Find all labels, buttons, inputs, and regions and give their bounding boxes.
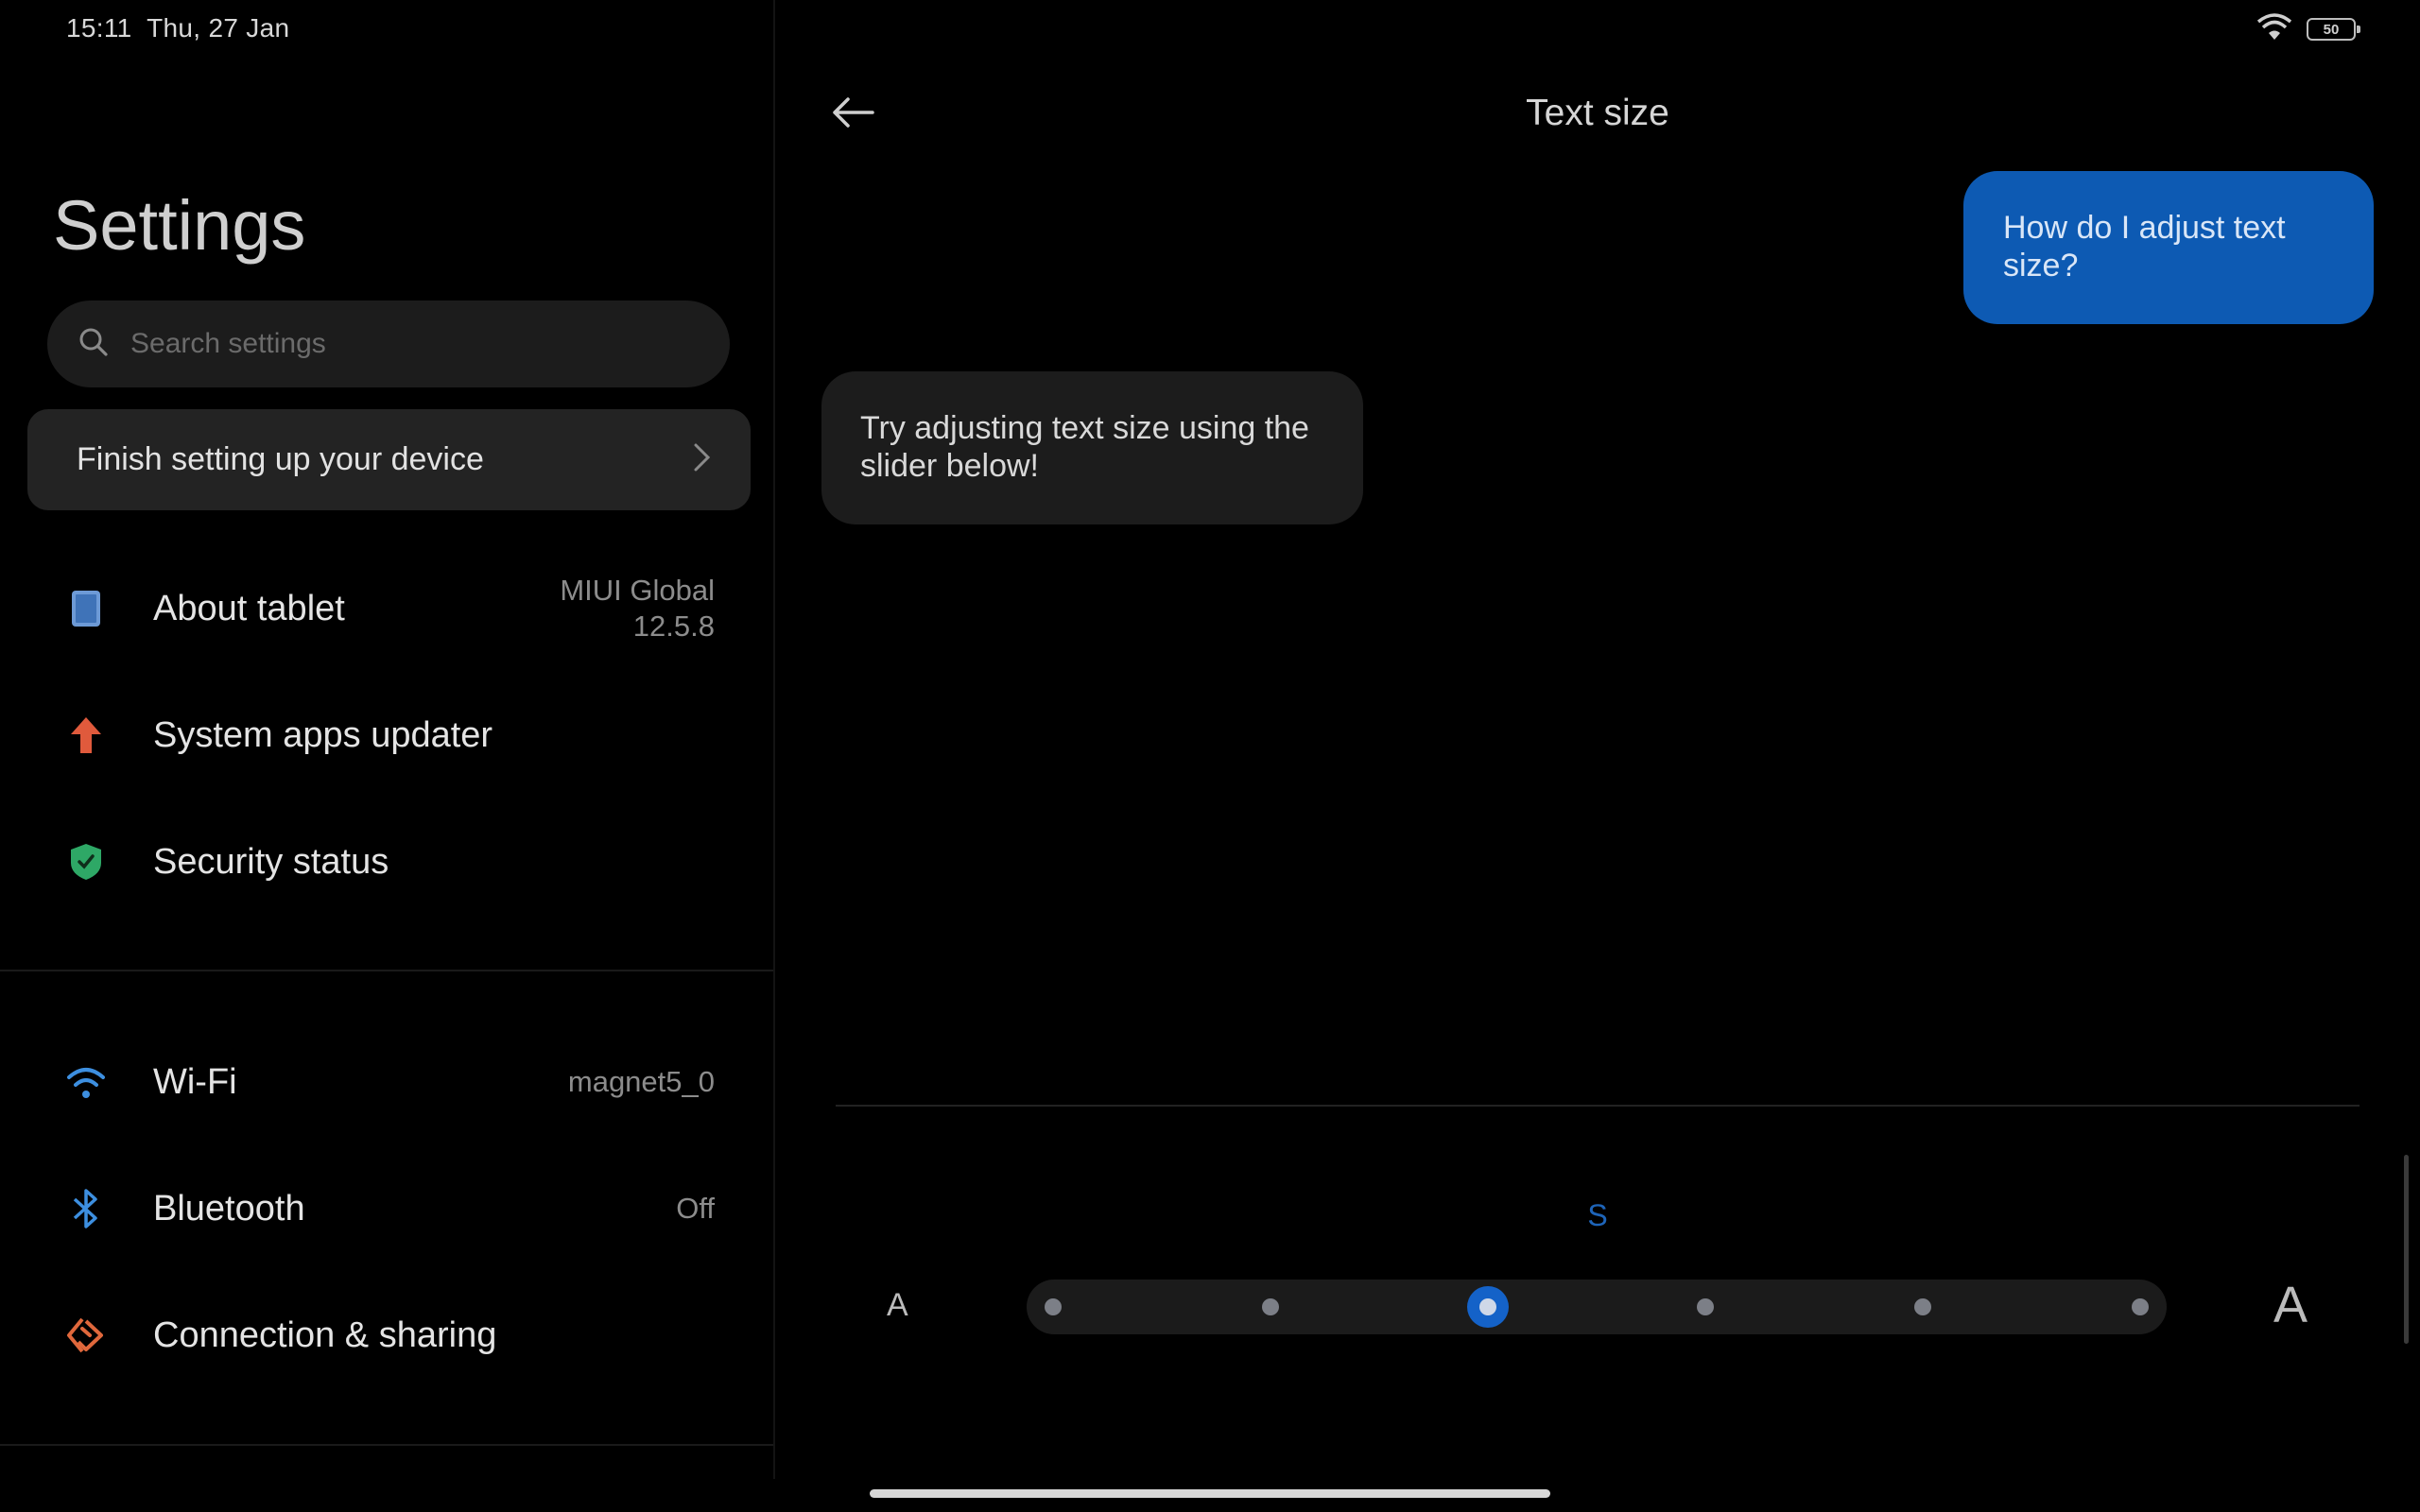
settings-item-label: Security status (153, 841, 389, 882)
settings-item-value: MIUI Global 12.5.8 (560, 573, 715, 644)
page-title: Text size (1526, 93, 1669, 133)
chevron-right-icon (692, 441, 713, 478)
home-indicator[interactable] (870, 1489, 1550, 1498)
pane-divider (773, 0, 775, 1479)
search-icon (78, 326, 110, 363)
settings-item-label: Wi-Fi (153, 1061, 237, 1102)
back-button[interactable] (824, 91, 881, 138)
scroll-indicator[interactable] (2404, 1155, 2409, 1344)
slider-step-dot[interactable] (1914, 1298, 1931, 1315)
slider-step-dot[interactable] (1697, 1298, 1714, 1315)
preview-divider (836, 1105, 2360, 1107)
section-divider (0, 970, 773, 971)
settings-item-bluetooth[interactable]: Bluetooth Off (0, 1152, 773, 1265)
connection-sharing-icon (62, 1312, 110, 1359)
settings-item-label: About tablet (153, 588, 345, 628)
bluetooth-icon (62, 1185, 110, 1232)
tablet-icon (62, 585, 110, 632)
small-text-label: A (887, 1287, 908, 1323)
miui-version-line1: MIUI Global (560, 574, 715, 607)
finish-setup-card[interactable]: Finish setting up your device (27, 409, 751, 510)
search-bar[interactable] (47, 301, 730, 387)
wifi-icon (62, 1058, 110, 1106)
arrow-up-icon (62, 712, 110, 759)
settings-item-wifi[interactable]: Wi-Fi magnet5_0 (0, 1025, 773, 1139)
settings-item-label: Connection & sharing (153, 1314, 497, 1355)
miui-version-line2: 12.5.8 (632, 610, 715, 643)
text-size-slider[interactable] (1027, 1280, 2167, 1334)
battery-icon: 50 (2307, 18, 2360, 41)
section-divider (0, 1444, 773, 1446)
large-text-label: A (2273, 1277, 2308, 1333)
settings-item-value: magnet5_0 (567, 1065, 715, 1098)
settings-item-value: Off (676, 1192, 715, 1225)
settings-item-system-apps-updater[interactable]: System apps updater (0, 679, 773, 792)
slider-thumb[interactable] (1467, 1286, 1509, 1328)
shield-icon (62, 838, 110, 885)
search-input[interactable] (130, 328, 660, 360)
settings-item-label: System apps updater (153, 714, 493, 755)
slider-step-dot[interactable] (1045, 1298, 1062, 1315)
settings-item-about-tablet[interactable]: About tablet MIUI Global 12.5.8 (0, 552, 773, 665)
slider-step-dot[interactable] (2132, 1298, 2149, 1315)
date-text: Thu, 27 Jan (147, 13, 290, 43)
status-bar-icons: 50 (2256, 12, 2360, 46)
clock-text: 15:11 (66, 13, 132, 43)
wifi-icon (2256, 12, 2293, 46)
status-bar-time: 15:11 Thu, 27 Jan (66, 13, 289, 43)
settings-item-label: Bluetooth (153, 1188, 305, 1228)
finish-setup-label: Finish setting up your device (77, 441, 484, 477)
user-message-bubble: How do I adjust text size? (1963, 171, 2374, 324)
arrow-left-icon (829, 95, 876, 134)
bot-message-bubble: Try adjusting text size using the slider… (821, 371, 1363, 524)
settings-item-connection-sharing[interactable]: Connection & sharing (0, 1279, 773, 1392)
text-size-indicator: S (1587, 1198, 1608, 1232)
slider-step-dot[interactable] (1262, 1298, 1279, 1315)
settings-item-security-status[interactable]: Security status (0, 805, 773, 919)
settings-title: Settings (53, 186, 306, 265)
